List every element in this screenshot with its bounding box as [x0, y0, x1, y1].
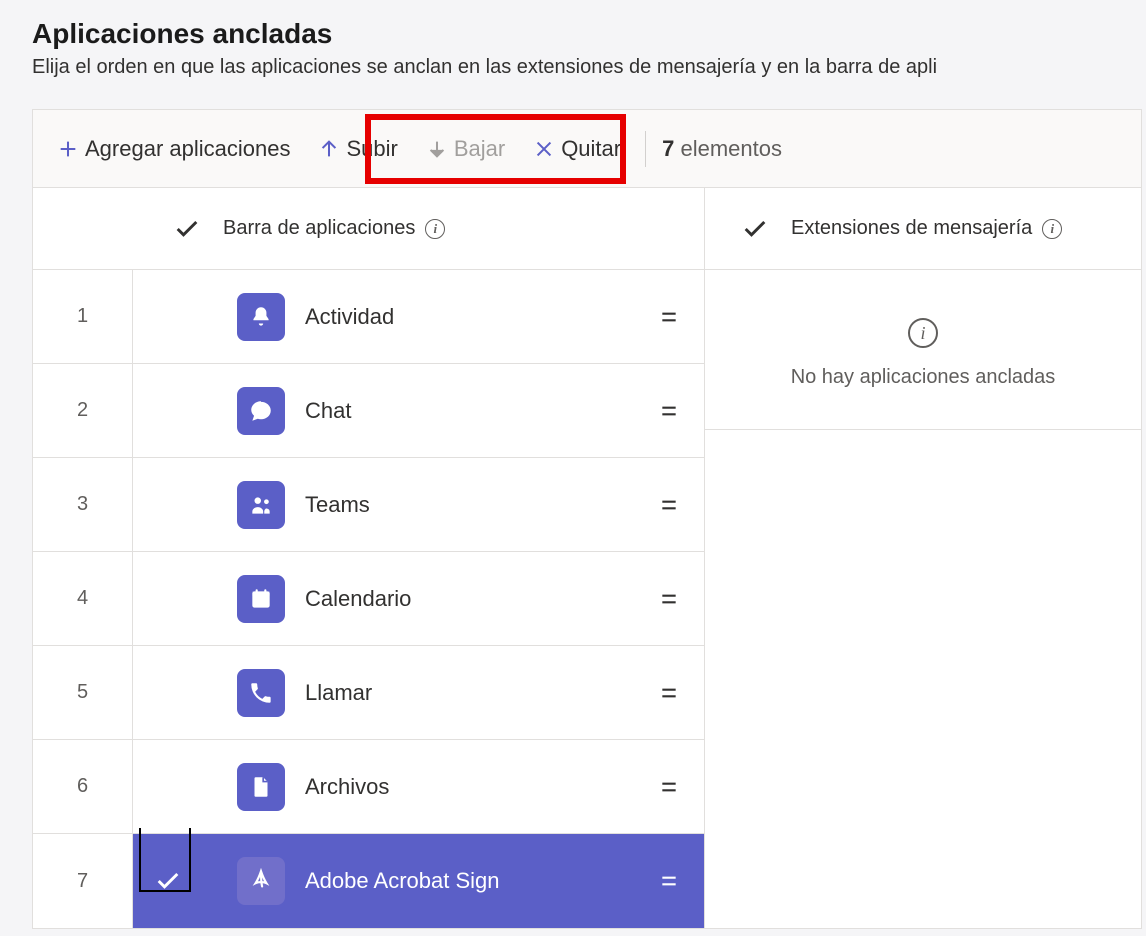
messaging-ext-column-label: Extensiones de mensajería: [791, 217, 1032, 240]
move-up-label: Subir: [346, 136, 397, 162]
row-checkbox[interactable]: [133, 552, 203, 645]
drag-icon: [656, 683, 682, 703]
row-index: 5: [33, 646, 133, 739]
app-row[interactable]: 6 Archivos: [33, 740, 704, 834]
pinned-apps-panel: Agregar aplicaciones Subir Bajar Quitar …: [32, 109, 1142, 929]
item-count-label: elementos: [680, 136, 782, 161]
app-name: Calendario: [305, 586, 411, 612]
chat-icon: [237, 387, 285, 435]
arrow-down-icon: [426, 138, 448, 160]
app-name: Chat: [305, 398, 351, 424]
app-name: Actividad: [305, 304, 394, 330]
app-row[interactable]: 4 Calendario: [33, 552, 704, 646]
empty-state-text: No hay aplicaciones ancladas: [725, 366, 1121, 389]
checkmark-icon: [173, 215, 201, 243]
empty-state: i No hay aplicaciones ancladas: [705, 270, 1141, 430]
move-down-label: Bajar: [454, 136, 505, 162]
add-apps-label: Agregar aplicaciones: [85, 136, 290, 162]
row-index: 1: [33, 270, 133, 363]
row-checkbox[interactable]: [133, 740, 203, 833]
drag-handle[interactable]: [634, 871, 704, 891]
move-up-button[interactable]: Subir: [304, 128, 411, 170]
drag-icon: [656, 777, 682, 797]
app-name: Adobe Acrobat Sign: [305, 868, 499, 894]
app-row[interactable]: 1 Actividad: [33, 270, 704, 364]
drag-handle[interactable]: [634, 495, 704, 515]
drag-icon: [656, 871, 682, 891]
app-name: Llamar: [305, 680, 372, 706]
row-checkbox[interactable]: [133, 458, 203, 551]
item-count-number: 7: [662, 136, 674, 161]
drag-icon: [656, 401, 682, 421]
row-index: 3: [33, 458, 133, 551]
app-bar-column-header: Barra de aplicaciones i: [33, 188, 704, 270]
app-bar-column: Barra de aplicaciones i 1 Actividad 2 Chat 3…: [33, 188, 705, 928]
toolbar-separator: [645, 131, 646, 167]
phone-icon: [237, 669, 285, 717]
teams-icon: [237, 481, 285, 529]
row-index: 2: [33, 364, 133, 457]
bell-icon: [237, 293, 285, 341]
row-checkbox[interactable]: [133, 270, 203, 363]
app-name: Teams: [305, 492, 370, 518]
x-icon: [533, 138, 555, 160]
arrow-up-icon: [318, 138, 340, 160]
drag-handle[interactable]: [634, 401, 704, 421]
acrobat-icon: [237, 857, 285, 905]
app-name: Archivos: [305, 774, 389, 800]
drag-icon: [656, 589, 682, 609]
item-count: 7 elementos: [662, 136, 782, 162]
page-subtitle: Elija el orden en que las aplicaciones s…: [32, 56, 1146, 79]
row-index: 6: [33, 740, 133, 833]
drag-handle[interactable]: [634, 777, 704, 797]
row-index: 4: [33, 552, 133, 645]
move-down-button[interactable]: Bajar: [412, 128, 519, 170]
file-icon: [237, 763, 285, 811]
info-icon[interactable]: i: [1042, 219, 1062, 239]
drag-icon: [656, 307, 682, 327]
drag-handle[interactable]: [634, 683, 704, 703]
app-row[interactable]: 5 Llamar: [33, 646, 704, 740]
row-checkbox[interactable]: [133, 646, 203, 739]
page-title: Aplicaciones ancladas: [32, 18, 1146, 50]
plus-icon: [57, 138, 79, 160]
messaging-ext-column-header: Extensiones de mensajería i: [705, 188, 1141, 270]
app-row[interactable]: 2 Chat: [33, 364, 704, 458]
app-row[interactable]: 7 Adobe Acrobat Sign: [33, 834, 704, 928]
checkmark-icon: [741, 215, 769, 243]
drag-handle[interactable]: [634, 589, 704, 609]
toolbar: Agregar aplicaciones Subir Bajar Quitar …: [33, 110, 1141, 188]
add-apps-button[interactable]: Agregar aplicaciones: [43, 128, 304, 170]
app-bar-column-label: Barra de aplicaciones: [223, 217, 415, 240]
info-icon[interactable]: i: [425, 219, 445, 239]
drag-handle[interactable]: [634, 307, 704, 327]
app-row[interactable]: 3 Teams: [33, 458, 704, 552]
remove-label: Quitar: [561, 136, 621, 162]
calendar-icon: [237, 575, 285, 623]
row-index: 7: [33, 834, 133, 928]
info-icon: i: [908, 318, 938, 348]
drag-icon: [656, 495, 682, 515]
row-checkbox[interactable]: [133, 364, 203, 457]
messaging-ext-column: Extensiones de mensajería i i No hay apl…: [705, 188, 1141, 430]
remove-button[interactable]: Quitar: [519, 128, 635, 170]
row-checkbox[interactable]: [133, 834, 203, 928]
